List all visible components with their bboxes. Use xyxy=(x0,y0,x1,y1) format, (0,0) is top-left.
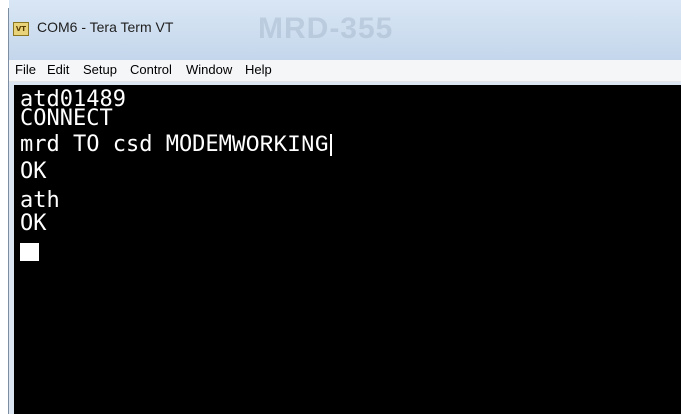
tera-term-window: MRD-355 VT COM6 - Tera Term VT File Edit… xyxy=(0,0,681,414)
title-bar[interactable]: MRD-355 VT COM6 - Tera Term VT xyxy=(0,0,681,60)
window-left-edge xyxy=(0,0,9,414)
terminal-line: mrd TO csd MODEMWORKING xyxy=(20,132,332,158)
menu-help[interactable]: Help xyxy=(245,62,272,77)
menu-file[interactable]: File xyxy=(15,62,36,77)
terminal-line-text-alt: WORKING xyxy=(231,132,329,158)
menu-edit[interactable]: Edit xyxy=(47,62,69,77)
menu-control[interactable]: Control xyxy=(130,62,172,77)
terminal-line: OK xyxy=(20,159,47,184)
title-watermark: MRD-355 xyxy=(258,12,394,45)
terminal-line: ath xyxy=(20,188,60,213)
terminal-line: CONNECT xyxy=(20,106,113,131)
menu-window[interactable]: Window xyxy=(186,62,232,77)
terminal-line: OK xyxy=(20,211,47,236)
text-caret xyxy=(329,134,332,156)
terminal-line-text: mrd TO csd MODEM xyxy=(20,132,232,157)
window-title: COM6 - Tera Term VT xyxy=(37,19,174,35)
menu-bar: File Edit Setup Control Window Help xyxy=(9,60,681,82)
terminal-screen[interactable]: atd01489 CONNECT mrd TO csd MODEMWORKING… xyxy=(14,85,681,414)
vt-terminal-icon[interactable]: VT xyxy=(13,22,29,36)
menu-setup[interactable]: Setup xyxy=(83,62,117,77)
terminal-cursor xyxy=(20,243,39,261)
